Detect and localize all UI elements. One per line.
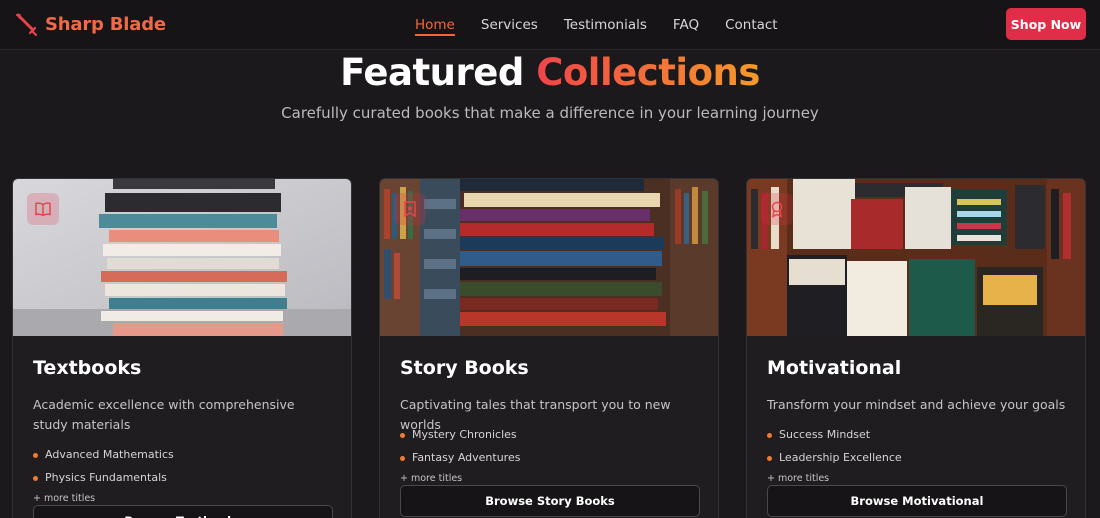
nav-services[interactable]: Services [481,0,538,50]
list-item: Physics Fundamentals [33,470,174,493]
card-description: Academic excellence with comprehensive s… [33,397,295,432]
motivational-image [747,179,1085,336]
title-accent: Collections [536,51,760,94]
brand-name: Sharp Blade [45,14,166,35]
card-description: Transform your mindset and achieve your … [767,397,1066,412]
collection-card-story-books: Story Books Captivating tales that trans… [379,178,719,518]
shop-now-button[interactable]: Shop Now [1006,8,1086,40]
card-title: Motivational [767,357,902,379]
browse-story-books-button[interactable]: Browse Story Books [400,485,700,517]
collection-card-motivational: Motivational Transform your mindset and … [746,178,1086,518]
card-title-list: Advanced Mathematics Physics Fundamental… [33,447,174,493]
browse-textbooks-button[interactable]: Browse Textbooks [33,505,333,518]
section-subtitle: Carefully curated books that make a diff… [281,104,819,122]
award-ribbon-icon [761,193,793,225]
list-item: Advanced Mathematics [33,447,174,470]
sword-icon [16,13,38,37]
list-item: Mystery Chronicles [400,427,520,450]
textbooks-image [13,179,351,336]
section-title: Featured Collections [0,50,1100,96]
navbar: Sharp Blade Home Services Testimonials F… [0,0,1100,50]
nav-testimonials[interactable]: Testimonials [564,0,647,50]
brand-logo[interactable]: Sharp Blade [13,12,166,37]
nav-home[interactable]: Home [415,0,455,50]
bookmark-star-icon [394,193,426,225]
list-item: Leadership Excellence [767,450,902,473]
more-titles-link[interactable]: + more titles [33,493,95,504]
more-titles-link[interactable]: + more titles [767,473,829,484]
card-title: Story Books [400,357,529,379]
card-title-list: Success Mindset Leadership Excellence [767,427,902,473]
collection-card-textbooks: Textbooks Academic excellence with compr… [12,178,352,518]
story-books-image [380,179,718,336]
list-item: Fantasy Adventures [400,450,520,473]
browse-motivational-button[interactable]: Browse Motivational [767,485,1067,517]
card-title: Textbooks [33,357,142,379]
list-item: Success Mindset [767,427,902,450]
title-main: Featured [340,51,524,94]
more-titles-link[interactable]: + more titles [400,473,462,484]
nav-contact[interactable]: Contact [725,0,778,50]
open-book-icon [27,193,59,225]
nav-faq[interactable]: FAQ [673,0,699,50]
main-nav: Home Services Testimonials FAQ Contact [415,0,804,50]
card-title-list: Mystery Chronicles Fantasy Adventures [400,427,520,473]
